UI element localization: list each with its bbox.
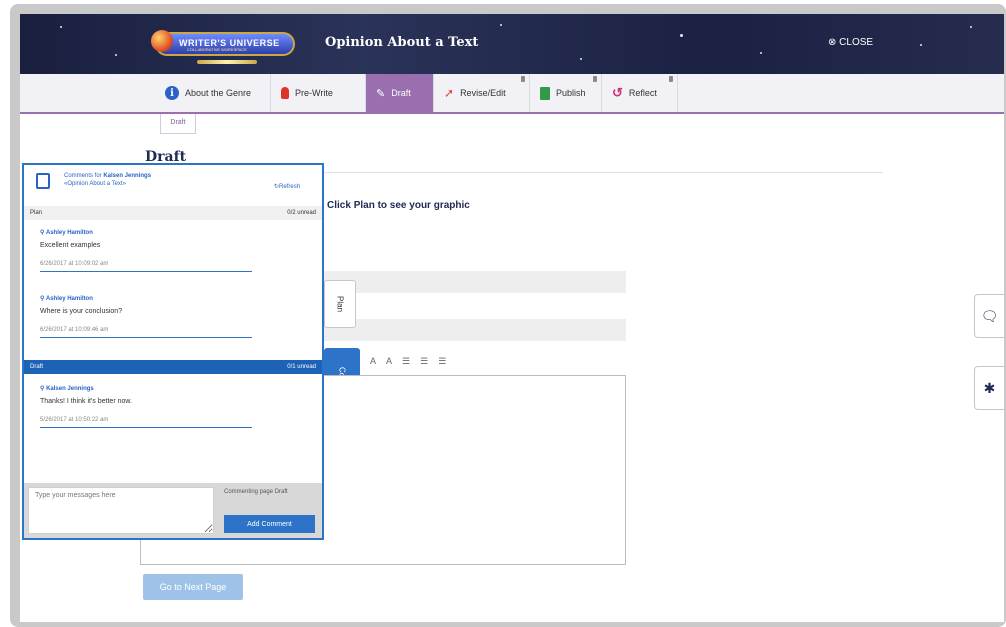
tools-icon: ✱: [983, 379, 996, 396]
lock-icon: [669, 76, 673, 82]
comment-item: ⚲ Kalsen Jennings Thanks! I think it's b…: [40, 385, 252, 428]
app-title: Opinion About a Text: [325, 35, 479, 50]
add-comment-button[interactable]: Add Comment: [224, 515, 315, 533]
step-navigation: i About the Genre Pre-Write ✎ Draft ➚ Re…: [20, 74, 1004, 114]
reflect-icon: ↺: [612, 85, 623, 100]
refresh-link[interactable]: ↻Refresh: [274, 183, 300, 190]
step-publish[interactable]: Publish: [530, 74, 602, 112]
message-input[interactable]: [28, 487, 214, 534]
user-icon: ⚲: [40, 296, 45, 302]
section-draft-header[interactable]: Draft 0/1 unread: [24, 360, 322, 374]
align-center-icon[interactable]: ☰: [420, 356, 428, 367]
book-icon: [540, 86, 550, 100]
instruction-text: Click Plan to see your graphic: [327, 200, 470, 211]
step-pre-write[interactable]: Pre-Write: [271, 74, 366, 112]
step-about-the-genre[interactable]: i About the Genre: [155, 74, 271, 112]
sub-tab-draft[interactable]: Draft: [160, 114, 196, 134]
user-icon: ⚲: [40, 386, 45, 392]
comment-item: ⚲ Ashley Hamilton Excellent examples 6/2…: [40, 229, 252, 272]
editor-toolbar: A A ☰ ☰ ☰: [370, 356, 446, 367]
align-left-icon[interactable]: ☰: [402, 356, 410, 367]
next-page-button[interactable]: Go to Next Page: [143, 574, 243, 600]
tools-side-button[interactable]: ✱: [974, 366, 1004, 410]
planet-icon: [151, 30, 173, 52]
document-icon: [36, 173, 50, 189]
close-icon: ⊗: [828, 37, 837, 48]
align-right-icon[interactable]: ☰: [438, 356, 446, 367]
writers-universe-logo: WRITER'S UNIVERSE COLLABORATIVE WORKSPAC…: [151, 30, 295, 64]
app-header: WRITER'S UNIVERSE COLLABORATIVE WORKSPAC…: [20, 14, 1004, 74]
section-plan-header[interactable]: Plan 0/2 unread: [24, 206, 322, 220]
lock-icon: [521, 76, 525, 82]
pencil-icon: ✎: [376, 87, 386, 100]
lightbulb-icon: [281, 87, 289, 99]
info-icon: i: [165, 86, 179, 100]
text-color-icon[interactable]: A: [370, 356, 376, 367]
highlight-icon[interactable]: A: [386, 356, 392, 367]
step-revise-edit[interactable]: ➚ Revise/Edit: [434, 74, 530, 112]
comments-panel: Comments for Kalsen Jennings «Opinion Ab…: [22, 163, 324, 540]
chat-icon: 🗨: [980, 307, 999, 324]
user-icon: ⚲: [40, 230, 45, 236]
step-draft[interactable]: ✎ Draft: [366, 74, 434, 112]
app-screen: WRITER'S UNIVERSE COLLABORATIVE WORKSPAC…: [20, 14, 1004, 622]
step-reflect[interactable]: ↺ Reflect: [602, 74, 678, 112]
plan-tab[interactable]: Plan: [324, 280, 356, 328]
lock-icon: [593, 76, 597, 82]
comment-composer: Commenting page Draft Add Comment: [24, 483, 322, 538]
arrow-icon: ➚: [444, 86, 455, 100]
close-button[interactable]: ⊗ CLOSE: [828, 37, 873, 48]
chat-side-button[interactable]: 🗨: [974, 294, 1004, 338]
comment-item: ⚲ Ashley Hamilton Where is your conclusi…: [40, 295, 252, 338]
comments-header: Comments for Kalsen Jennings «Opinion Ab…: [24, 165, 322, 205]
